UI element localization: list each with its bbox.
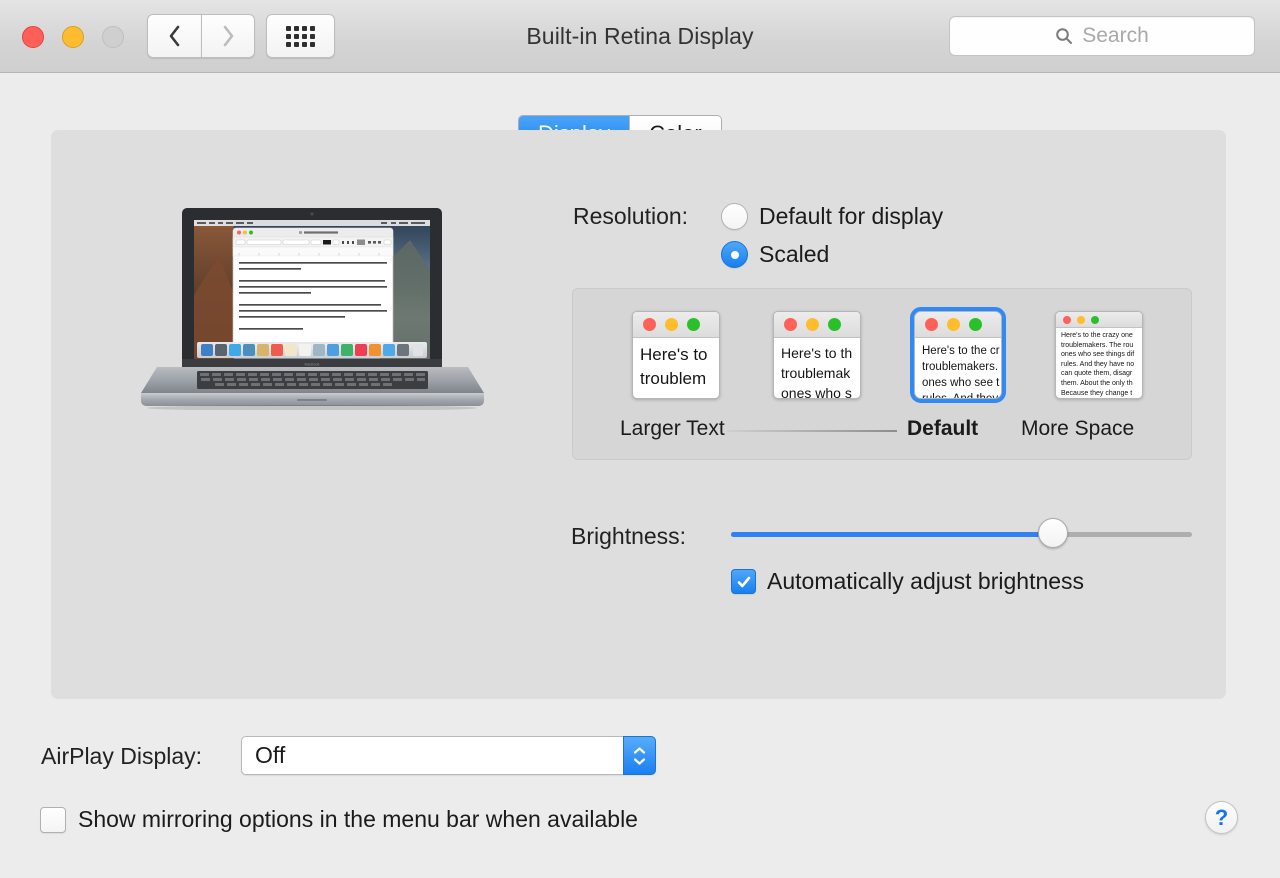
minimize-dot-icon [806, 318, 819, 331]
radio-default-for-display[interactable] [721, 203, 748, 230]
mirroring-checkbox[interactable] [40, 807, 66, 833]
zoom-dot-icon [828, 318, 841, 331]
mirroring-label: Show mirroring options in the menu bar w… [78, 806, 638, 833]
display-preferences-window: Built-in Retina Display Search Display C… [0, 0, 1280, 878]
thumbnail-line: troublemakers. The rou [1061, 341, 1142, 351]
window-toolbar: Built-in Retina Display Search [0, 0, 1280, 73]
thumbnail-line: troublemakers. [922, 359, 1001, 375]
zoom-dot-icon [969, 318, 982, 331]
airplay-display-label: AirPlay Display: [41, 743, 202, 770]
radio-scaled-label: Scaled [759, 241, 829, 268]
scaled-labels: Larger Text Default More Space [573, 417, 1193, 457]
checkmark-icon [736, 574, 752, 590]
resolution-option-default[interactable]: Default for display [721, 203, 943, 230]
thumbnail-titlebar [1056, 312, 1142, 328]
search-placeholder: Search [1082, 24, 1149, 48]
radio-scaled[interactable] [721, 241, 748, 268]
search-icon [1055, 27, 1073, 45]
thumbnail-line: Because they change t [1061, 389, 1142, 399]
thumbnail-line: rules. And they [922, 391, 1001, 399]
scaled-connector-line [727, 430, 897, 432]
thumbnail-line: ones who see things dif [1061, 350, 1142, 360]
close-dot-icon [784, 318, 797, 331]
close-dot-icon [643, 318, 656, 331]
minimize-dot-icon [1077, 316, 1085, 324]
thumbnail-titlebar [633, 312, 719, 338]
thumbnail-line: troublem [640, 367, 719, 391]
thumbnail-text: Here's to th troublemak ones who s [774, 338, 860, 399]
auto-brightness-label: Automatically adjust brightness [767, 568, 1084, 595]
close-dot-icon [925, 318, 938, 331]
resolution-label: Resolution: [573, 203, 688, 230]
slider-fill [731, 532, 1055, 537]
thumbnail-text: Here's to the cr troublemakers. ones who… [915, 338, 1001, 399]
resolution-option-scaled[interactable]: Scaled [721, 241, 829, 268]
scaled-label-more-space: More Space [1021, 417, 1134, 441]
popup-stepper-button[interactable] [623, 736, 656, 775]
brightness-slider[interactable] [731, 531, 1192, 537]
thumbnail-line: Here's to th [781, 343, 860, 363]
scaled-thumbnail-2[interactable]: Here's to th troublemak ones who s [773, 311, 861, 399]
thumbnail-line: can quote them, disagr [1061, 369, 1142, 379]
scaled-thumbnail-larger-text[interactable]: Here's to troublem [632, 311, 720, 399]
svg-text:MacBook: MacBook [305, 362, 320, 366]
scaled-resolution-box: Here's to troublem Here's to th troublem… [572, 288, 1192, 460]
airplay-display-value: Off [242, 742, 285, 769]
auto-brightness-checkbox[interactable] [731, 569, 756, 594]
minimize-dot-icon [947, 318, 960, 331]
thumbnail-text: Here's to troublem [633, 338, 719, 391]
chevron-up-icon [632, 746, 647, 755]
thumbnail-line: troublemak [781, 363, 860, 383]
thumbnail-line: ones who s [781, 383, 860, 399]
auto-brightness-row[interactable]: Automatically adjust brightness [731, 568, 1084, 595]
thumbnail-text: Here's to the crazy one troublemakers. T… [1056, 328, 1142, 398]
scaled-thumbnail-list: Here's to troublem Here's to th troublem… [573, 289, 1193, 419]
mirroring-option-row[interactable]: Show mirroring options in the menu bar w… [40, 806, 638, 833]
slider-knob[interactable] [1038, 518, 1068, 548]
airplay-display-popup[interactable]: Off [241, 736, 656, 775]
radio-default-label: Default for display [759, 203, 943, 230]
scaled-label-larger-text: Larger Text [620, 417, 725, 441]
chevron-down-icon [632, 757, 647, 766]
brightness-label: Brightness: [571, 523, 686, 550]
help-button[interactable]: ? [1205, 801, 1238, 834]
thumbnail-line: them. About the only th [1061, 379, 1142, 389]
minimize-dot-icon [665, 318, 678, 331]
thumbnail-line: ones who see t [922, 375, 1001, 391]
thumbnail-line: Here's to the cr [922, 343, 1001, 359]
scaled-label-default: Default [907, 417, 978, 441]
scaled-thumbnail-default[interactable]: Here's to the cr troublemakers. ones who… [914, 311, 1002, 399]
thumbnail-line: rules. And they have no [1061, 360, 1142, 370]
zoom-dot-icon [687, 318, 700, 331]
zoom-dot-icon [1091, 316, 1099, 324]
macbook-illustration: MacBook [135, 200, 490, 410]
thumbnail-line: Here's to [640, 343, 719, 367]
search-field[interactable]: Search [949, 16, 1255, 56]
thumbnail-titlebar [915, 312, 1001, 338]
scaled-thumbnail-more-space[interactable]: Here's to the crazy one troublemakers. T… [1055, 311, 1143, 399]
close-dot-icon [1063, 316, 1071, 324]
thumbnail-line: Here's to the crazy one [1061, 331, 1142, 341]
thumbnail-titlebar [774, 312, 860, 338]
